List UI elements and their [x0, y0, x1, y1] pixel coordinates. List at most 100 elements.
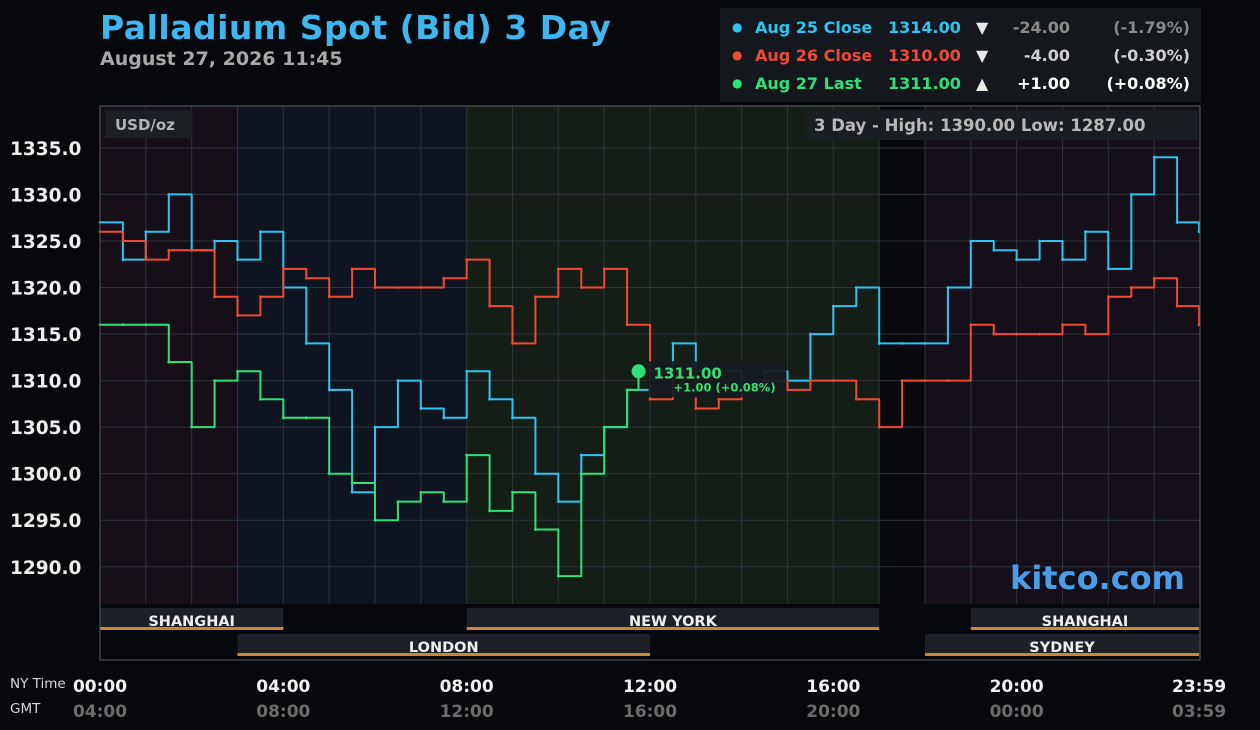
series-point	[1061, 258, 1064, 261]
series-point	[556, 574, 560, 578]
series-point	[1015, 258, 1019, 261]
high-low-label: 3 Day - High: 1390.00 Low: 1287.00	[814, 116, 1146, 135]
session-label: SHANGHAI	[148, 614, 235, 630]
series-point	[236, 369, 239, 373]
series-point	[809, 332, 812, 336]
x-tick-label-ny: 20:00	[990, 677, 1044, 697]
x-tick-label-ny: 00:00	[73, 677, 127, 697]
series-point	[556, 500, 560, 504]
series-point	[1175, 304, 1179, 308]
series-point	[327, 388, 331, 392]
series-point	[900, 379, 904, 382]
series-point	[648, 397, 652, 401]
y-tick-label: 1295.0	[10, 511, 81, 532]
series-point	[579, 472, 583, 476]
x-tick-label-gmt: 04:00	[73, 702, 127, 722]
series-point	[488, 509, 491, 513]
series-point	[350, 267, 354, 271]
x-tick-label-gmt: 20:00	[806, 702, 860, 722]
series-point	[1038, 239, 1041, 243]
session-label: SYDNEY	[1029, 640, 1095, 656]
y-tick-label: 1290.0	[10, 558, 81, 579]
series-point	[579, 453, 583, 457]
session-band	[237, 106, 467, 604]
series-point	[213, 295, 216, 299]
series-point	[694, 407, 698, 410]
series-point	[511, 341, 514, 345]
series-point	[419, 407, 423, 410]
unit-label: USD/oz	[115, 116, 175, 134]
y-tick-label: 1305.0	[10, 418, 81, 439]
y-tick-label: 1335.0	[10, 139, 81, 160]
last-price-dot	[631, 364, 646, 379]
series-point	[511, 416, 514, 420]
series-point	[304, 416, 308, 420]
gmt-label: GMT	[10, 701, 41, 717]
series-point	[900, 341, 904, 345]
series-point	[167, 360, 171, 364]
series-point	[488, 304, 491, 308]
series-point	[373, 286, 377, 289]
series-point	[350, 481, 354, 485]
series-point	[1015, 332, 1019, 336]
y-tick-label: 1310.0	[10, 372, 81, 393]
x-tick-label-gmt: 00:00	[990, 702, 1044, 722]
session-band	[879, 106, 925, 604]
series-point	[396, 379, 400, 382]
series-point	[717, 397, 721, 401]
series-point	[511, 490, 514, 494]
series-point	[969, 323, 973, 327]
series-point	[236, 258, 239, 261]
x-tick-label-ny: 12:00	[623, 677, 677, 697]
series-point	[121, 258, 125, 261]
series-point	[350, 490, 354, 494]
series-point	[671, 341, 675, 345]
series-point	[465, 369, 469, 373]
ny-time-label: NY Time	[10, 676, 66, 692]
y-tick-label: 1300.0	[10, 465, 81, 486]
series-point	[281, 416, 285, 420]
series-point	[144, 230, 148, 234]
series-point	[236, 314, 239, 317]
series-point	[465, 258, 469, 261]
series-point	[923, 341, 927, 345]
x-tick-label-ny: 08:00	[440, 677, 494, 697]
series-point	[419, 286, 423, 289]
series-point	[259, 230, 262, 234]
price-chart: 1335.0 1330.0 1325.0 1320.0 1315.0 1310.0 1305…	[10, 105, 1226, 722]
series-point	[602, 267, 606, 271]
x-tick-label-gmt: 08:00	[256, 702, 310, 722]
series-point	[281, 267, 285, 271]
series-point	[602, 425, 606, 429]
y-tick-label: 1330.0	[10, 185, 81, 206]
series-point	[625, 323, 629, 327]
series-point	[946, 286, 950, 289]
series-point	[442, 276, 446, 280]
series-point	[1152, 276, 1156, 280]
series-point	[809, 379, 812, 382]
x-tick-label-ny: 23:59	[1172, 677, 1226, 697]
series-point	[946, 379, 950, 382]
series-point	[1061, 323, 1064, 327]
series-point	[854, 286, 858, 289]
series-point	[1038, 332, 1041, 336]
series-point	[992, 332, 996, 336]
series-point	[854, 397, 858, 401]
y-tick-label: 1325.0	[10, 232, 81, 253]
series-point	[327, 295, 331, 299]
session-label: SHANGHAI	[1042, 614, 1129, 630]
series-point	[327, 472, 331, 476]
series-point	[1084, 332, 1087, 336]
series-point	[190, 425, 194, 429]
series-point	[534, 295, 537, 299]
session-label: NEW YORK	[629, 614, 718, 630]
series-point	[373, 425, 377, 429]
series-point	[831, 379, 835, 382]
series-point	[213, 379, 216, 382]
series-point	[465, 453, 469, 457]
series-point	[213, 239, 216, 243]
series-point	[556, 267, 560, 271]
x-tick-label-gmt: 03:59	[1172, 702, 1226, 722]
series-point	[1129, 193, 1133, 196]
series-point	[442, 500, 446, 504]
